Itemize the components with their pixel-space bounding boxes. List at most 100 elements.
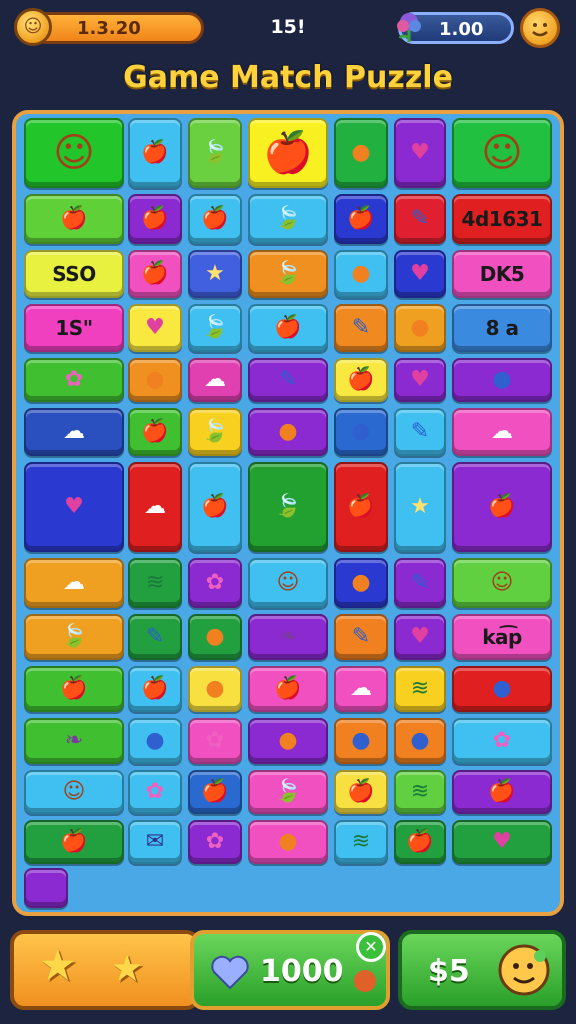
board-tile[interactable]: ☁ <box>334 666 388 712</box>
board-tile[interactable]: 🍃 <box>24 614 124 660</box>
board-tile[interactable]: ★ <box>394 462 446 552</box>
board-tile[interactable]: 🍃 <box>188 408 242 456</box>
board-tile[interactable]: ● <box>128 358 182 402</box>
board-tile[interactable]: ● <box>334 718 388 764</box>
board-tile[interactable]: 🍃 <box>188 304 242 352</box>
board-tile[interactable]: ♥ <box>128 304 182 352</box>
board-tile[interactable]: 🍎 <box>128 666 182 712</box>
board-tile[interactable]: 🍎 <box>128 250 182 298</box>
board-tile[interactable]: 🍃 <box>248 194 328 244</box>
board-tile[interactable]: 🍃 <box>188 118 242 188</box>
board-tile[interactable]: 4d1631 <box>452 194 552 244</box>
board-tile[interactable]: ● <box>128 718 182 764</box>
board-tile[interactable]: ✎ <box>248 358 328 402</box>
board-tile[interactable]: ☁ <box>24 408 124 456</box>
board-tile[interactable]: ☁ <box>128 462 182 552</box>
profile-face-button[interactable] <box>520 8 560 48</box>
board-tile[interactable]: ☺ <box>24 118 124 188</box>
board-tile[interactable]: 🍎 <box>452 462 552 552</box>
board-tile[interactable]: 🍎 <box>188 194 242 244</box>
board-tile[interactable]: ☺ <box>24 770 124 814</box>
board-tile[interactable]: 🍃 <box>248 250 328 298</box>
board-tile[interactable]: 🍎 <box>334 194 388 244</box>
board-tile[interactable]: ♥ <box>394 250 446 298</box>
coin-counter[interactable]: 1.3.20 <box>30 12 204 44</box>
board-tile[interactable]: 🍎 <box>248 118 328 188</box>
board-tile[interactable]: ✉ <box>128 820 182 864</box>
board-tile[interactable]: 🍎 <box>24 820 124 864</box>
close-icon[interactable]: ✕ <box>356 932 386 962</box>
shop-button[interactable]: $5 <box>398 930 566 1010</box>
board-tile[interactable]: ● <box>334 118 388 188</box>
board-tile[interactable]: ✎ <box>334 304 388 352</box>
board-tile[interactable]: 🍎 <box>128 408 182 456</box>
board-tile[interactable]: ● <box>334 558 388 608</box>
board-tile[interactable]: ● <box>188 614 242 660</box>
board-tile[interactable]: ● <box>188 666 242 712</box>
board-tile[interactable]: ● <box>248 820 328 864</box>
board-tile[interactable]: ● <box>452 666 552 712</box>
board-tile[interactable]: ● <box>394 304 446 352</box>
board-tile[interactable]: 🍎 <box>394 820 446 864</box>
board-tile[interactable]: ★ <box>188 250 242 298</box>
board-tile[interactable]: ☺ <box>248 558 328 608</box>
board-tile[interactable]: ♥ <box>394 118 446 188</box>
board-tile[interactable]: ● <box>248 718 328 764</box>
board-tile[interactable]: ✿ <box>452 718 552 764</box>
board-tile[interactable]: 🍎 <box>128 194 182 244</box>
board-tile[interactable]: ≋ <box>394 770 446 814</box>
stars-booster-button[interactable]: ★ ★ <box>10 930 200 1010</box>
board-tile[interactable]: ≋ <box>128 558 182 608</box>
board-tile[interactable]: ● <box>248 408 328 456</box>
board-tile[interactable]: ka͡p <box>452 614 552 660</box>
board-tile[interactable]: ☺ <box>452 118 552 188</box>
board-tile[interactable]: ✎ <box>394 408 446 456</box>
board-tile[interactable]: 8 a <box>452 304 552 352</box>
board-tile[interactable]: ✎ <box>394 194 446 244</box>
board-tile[interactable]: ✎ <box>394 558 446 608</box>
board-tile[interactable]: 🍎 <box>24 666 124 712</box>
board-tile[interactable]: ☁ <box>188 358 242 402</box>
board-tile[interactable]: 🍎 <box>128 118 182 188</box>
board-tile[interactable] <box>24 868 68 908</box>
board-tile[interactable]: ♥ <box>394 358 446 402</box>
board-tile[interactable]: ♥ <box>394 614 446 660</box>
board-tile[interactable]: ♥ <box>24 462 124 552</box>
board-tile[interactable]: ✎ <box>334 614 388 660</box>
board-tile[interactable]: 🍎 <box>248 666 328 712</box>
cloud-icon: ☁ <box>63 419 85 444</box>
board-tile[interactable]: ● <box>334 408 388 456</box>
board-tile[interactable]: 🍎 <box>334 358 388 402</box>
board-tile[interactable]: SSO <box>24 250 124 298</box>
board-tile[interactable]: ☺ <box>452 558 552 608</box>
board-tile[interactable]: ☁ <box>452 408 552 456</box>
board-tile[interactable]: 🍃 <box>248 770 328 814</box>
board-tile[interactable]: ✿ <box>128 770 182 814</box>
board-tile[interactable]: ♥ <box>452 820 552 864</box>
board-tile[interactable]: ☁ <box>24 558 124 608</box>
board-tile[interactable]: 🍎 <box>334 770 388 814</box>
board-tile[interactable]: 1S" <box>24 304 124 352</box>
board-tile[interactable]: 🍎 <box>248 304 328 352</box>
board-tile[interactable]: 🍎 <box>24 194 124 244</box>
board-tile[interactable]: ❧ <box>248 614 328 660</box>
board-tile[interactable]: ● <box>334 250 388 298</box>
board-tile[interactable]: 🍎 <box>188 462 242 552</box>
board-tile[interactable]: ✿ <box>188 558 242 608</box>
board-tile[interactable]: ● <box>452 358 552 402</box>
board-tile[interactable]: ✿ <box>188 820 242 864</box>
board-tile[interactable]: ≋ <box>394 666 446 712</box>
board-tile[interactable]: 🍎 <box>188 770 242 814</box>
board-tile[interactable]: DK5 <box>452 250 552 298</box>
board-tile[interactable]: 🍎 <box>452 770 552 814</box>
board-tile[interactable]: 🍎 <box>334 462 388 552</box>
board-tile[interactable]: ✎ <box>128 614 182 660</box>
board-tile[interactable]: ❧ <box>24 718 124 764</box>
bottom-bar: ★ ★ 1000 ✕ $5 <box>0 924 576 1024</box>
board-tile[interactable]: 🍃 <box>248 462 328 552</box>
board-tile[interactable]: ≋ <box>334 820 388 864</box>
board-tile[interactable]: ● <box>394 718 446 764</box>
board-tile[interactable]: ✿ <box>188 718 242 764</box>
leaf-icon: 🍃 <box>274 206 302 231</box>
board-tile[interactable]: ✿ <box>24 358 124 402</box>
